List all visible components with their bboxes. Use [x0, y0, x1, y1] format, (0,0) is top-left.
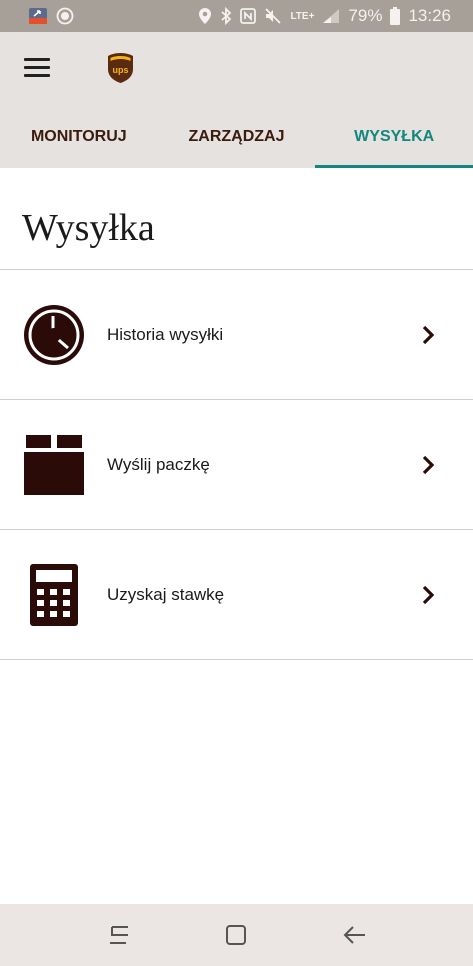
tab-wysylka[interactable]: WYSYŁKA — [315, 126, 473, 168]
system-nav-bar — [0, 904, 473, 966]
back-icon[interactable] — [339, 920, 369, 950]
home-icon[interactable] — [221, 920, 251, 950]
news-notification-icon — [29, 8, 47, 24]
list-item-label: Wyślij paczkę — [107, 454, 210, 474]
clock-time: 13:26 — [408, 6, 451, 25]
svg-text:ups: ups — [112, 65, 128, 75]
signal-icon — [322, 8, 340, 24]
battery-icon — [390, 7, 401, 25]
hamburger-menu-icon[interactable] — [24, 58, 50, 80]
chevron-right-icon — [422, 455, 435, 474]
list-item-label: Historia wysyłki — [107, 324, 224, 344]
app-bar: ups MONITORUJ ZARZĄDZAJ WYSYŁKA — [0, 32, 473, 168]
battery-percent: 79% — [348, 6, 383, 25]
status-bar: LTE+ 79% 13:26 — [0, 0, 473, 32]
tab-monitoruj[interactable]: MONITORUJ — [0, 126, 158, 168]
circle-notification-icon — [56, 7, 74, 25]
list-item-get-rate[interactable]: Uzyskaj stawkę — [0, 530, 473, 660]
chevron-right-icon — [422, 585, 435, 604]
bluetooth-icon — [220, 7, 232, 25]
recent-apps-icon[interactable] — [104, 920, 134, 950]
network-type: LTE+ — [290, 10, 315, 22]
list-item-shipping-history[interactable]: Historia wysyłki — [0, 270, 473, 400]
package-icon — [22, 433, 86, 497]
location-icon — [198, 7, 212, 25]
chevron-right-icon — [422, 325, 435, 344]
list-item-label: Uzyskaj stawkę — [107, 584, 225, 604]
nfc-icon — [240, 8, 257, 24]
list-item-send-package[interactable]: Wyślij paczkę — [0, 400, 473, 530]
shipping-options-list: Historia wysyłki Wyślij paczkę Uzyskaj s… — [0, 269, 473, 660]
clock-icon — [22, 303, 86, 367]
page-title: Wysyłka — [22, 207, 155, 249]
mute-icon — [264, 7, 282, 25]
ups-logo: ups — [108, 53, 133, 83]
tab-bar: MONITORUJ ZARZĄDZAJ WYSYŁKA — [0, 126, 473, 168]
tab-zarzadzaj[interactable]: ZARZĄDZAJ — [158, 126, 316, 168]
calculator-icon — [22, 563, 86, 627]
